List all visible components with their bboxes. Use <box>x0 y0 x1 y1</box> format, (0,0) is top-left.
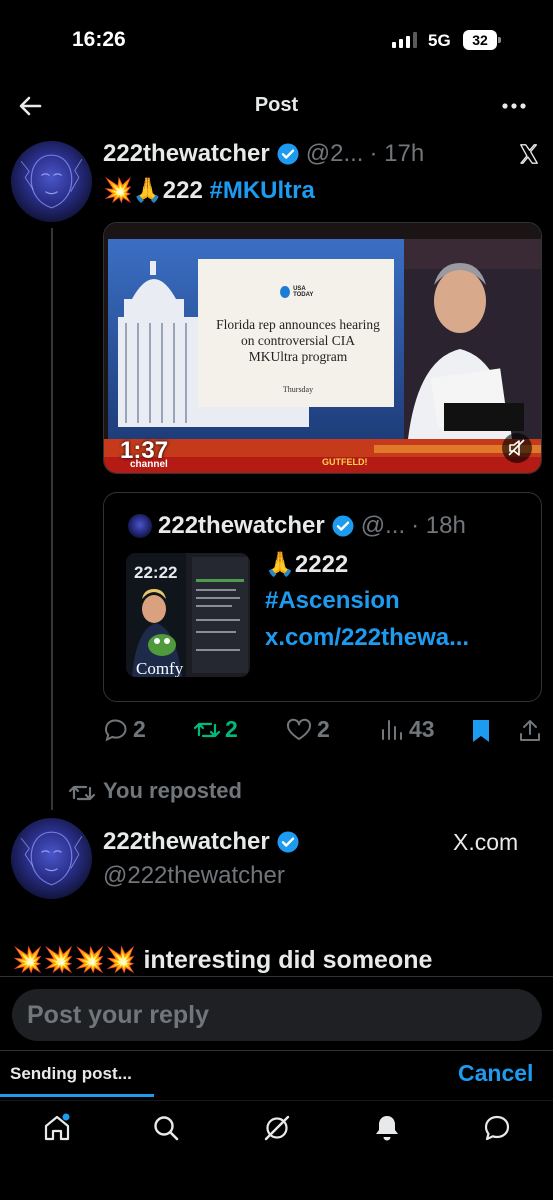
usa-today-dot-icon <box>280 286 291 298</box>
battery-level: 32 <box>463 30 497 50</box>
reply-action[interactable]: 2 <box>103 716 146 743</box>
view-count: 43 <box>409 716 435 742</box>
reply-count: 2 <box>133 716 146 742</box>
reply-input[interactable]: Post your reply <box>12 989 542 1041</box>
signal-icon <box>392 32 417 48</box>
speaker-muted-icon <box>508 439 525 456</box>
views-chart-icon <box>382 719 402 740</box>
author-name[interactable]: 222thewatcher <box>103 140 270 168</box>
quoted-author-row: 222thewatcher @... · 18h <box>158 512 466 540</box>
quoted-avatar <box>128 514 152 538</box>
quoted-hashtag[interactable]: #Ascension <box>265 587 400 615</box>
quoted-author-handle: @... <box>360 512 406 539</box>
repost-icon <box>193 722 221 737</box>
search-icon[interactable] <box>151 1113 181 1143</box>
messages-icon[interactable] <box>482 1113 512 1143</box>
author-handle[interactable]: @2... <box>306 140 364 168</box>
show-label: GUTFELD! <box>322 457 368 467</box>
verified-badge-icon <box>277 143 299 165</box>
video-headline: Florida rep announces hearing on controv… <box>216 317 380 364</box>
second-author-row: 222thewatcher <box>103 828 300 856</box>
like-action[interactable]: 2 <box>285 716 330 743</box>
heart-icon <box>286 718 312 740</box>
page-title: Post <box>254 94 299 116</box>
post-text-prefix: 💥🙏222 <box>103 177 203 204</box>
thumb-caption: Comfy <box>136 659 184 677</box>
verified-badge-icon <box>332 515 354 537</box>
post-actions: 2 2 2 43 <box>103 716 543 748</box>
quoted-author-name: 222thewatcher <box>158 512 325 539</box>
source-label: X.com <box>453 829 519 855</box>
second-post-body: interesting did someone <box>143 946 433 974</box>
x-logo-icon <box>520 144 538 164</box>
usa-today-logo: USA TODAY <box>280 285 322 299</box>
like-count: 2 <box>317 716 330 742</box>
post-time: · 17h <box>369 140 425 167</box>
second-post-prefix: 💥💥💥💥 <box>12 946 137 974</box>
repost-indicator-icon <box>68 785 96 801</box>
quoted-link[interactable]: x.com/222thewa... <box>265 624 469 652</box>
post-author-row: 222thewatcher @2... · 17h <box>103 140 424 168</box>
bookmark-icon[interactable] <box>469 718 493 744</box>
grok-icon[interactable] <box>262 1113 292 1143</box>
second-post-text: 💥💥💥💥 interesting did someone <box>12 946 432 975</box>
repost-note: You reposted <box>103 778 242 803</box>
cancel-button[interactable]: Cancel <box>458 1060 533 1087</box>
network-label: 5G <box>428 31 451 50</box>
quoted-post-time: · 18h <box>411 512 466 539</box>
reply-icon <box>104 718 127 741</box>
divider <box>0 1050 553 1051</box>
video-media[interactable]: USA TODAY Florida rep announces hearing … <box>103 222 542 474</box>
quoted-line-1: 🙏2222 <box>265 551 349 578</box>
author-handle[interactable]: @222thewatcher <box>103 862 285 890</box>
verified-badge-icon <box>277 831 299 853</box>
home-icon[interactable] <box>42 1113 72 1143</box>
channel-label: channel <box>130 459 168 470</box>
sending-label: Sending post... <box>10 1064 132 1083</box>
views-action[interactable]: 43 <box>379 716 435 743</box>
more-options-icon[interactable] <box>498 90 530 122</box>
thumb-time: 22:22 <box>134 563 178 582</box>
mute-button[interactable] <box>502 433 532 463</box>
author-name[interactable]: 222thewatcher <box>103 828 270 856</box>
video-subline: Thursday <box>282 385 314 394</box>
repost-count: 2 <box>225 716 238 742</box>
hashtag-link[interactable]: #MKUltra <box>209 177 314 204</box>
battery-icon: 32 <box>463 30 501 50</box>
repost-action[interactable]: 2 <box>193 716 238 743</box>
share-icon[interactable] <box>517 718 543 744</box>
avatar[interactable] <box>11 141 92 222</box>
sending-progress <box>0 1094 154 1097</box>
notifications-bell-icon[interactable] <box>372 1113 402 1143</box>
bottom-tab-bar <box>0 1100 553 1200</box>
status-time: 16:26 <box>72 28 126 51</box>
avatar[interactable] <box>11 818 92 899</box>
post-text: 💥🙏222 #MKUltra <box>103 176 315 205</box>
thread-connector <box>51 228 53 810</box>
quoted-thumbnail: 22:22 Comfy <box>126 553 250 677</box>
